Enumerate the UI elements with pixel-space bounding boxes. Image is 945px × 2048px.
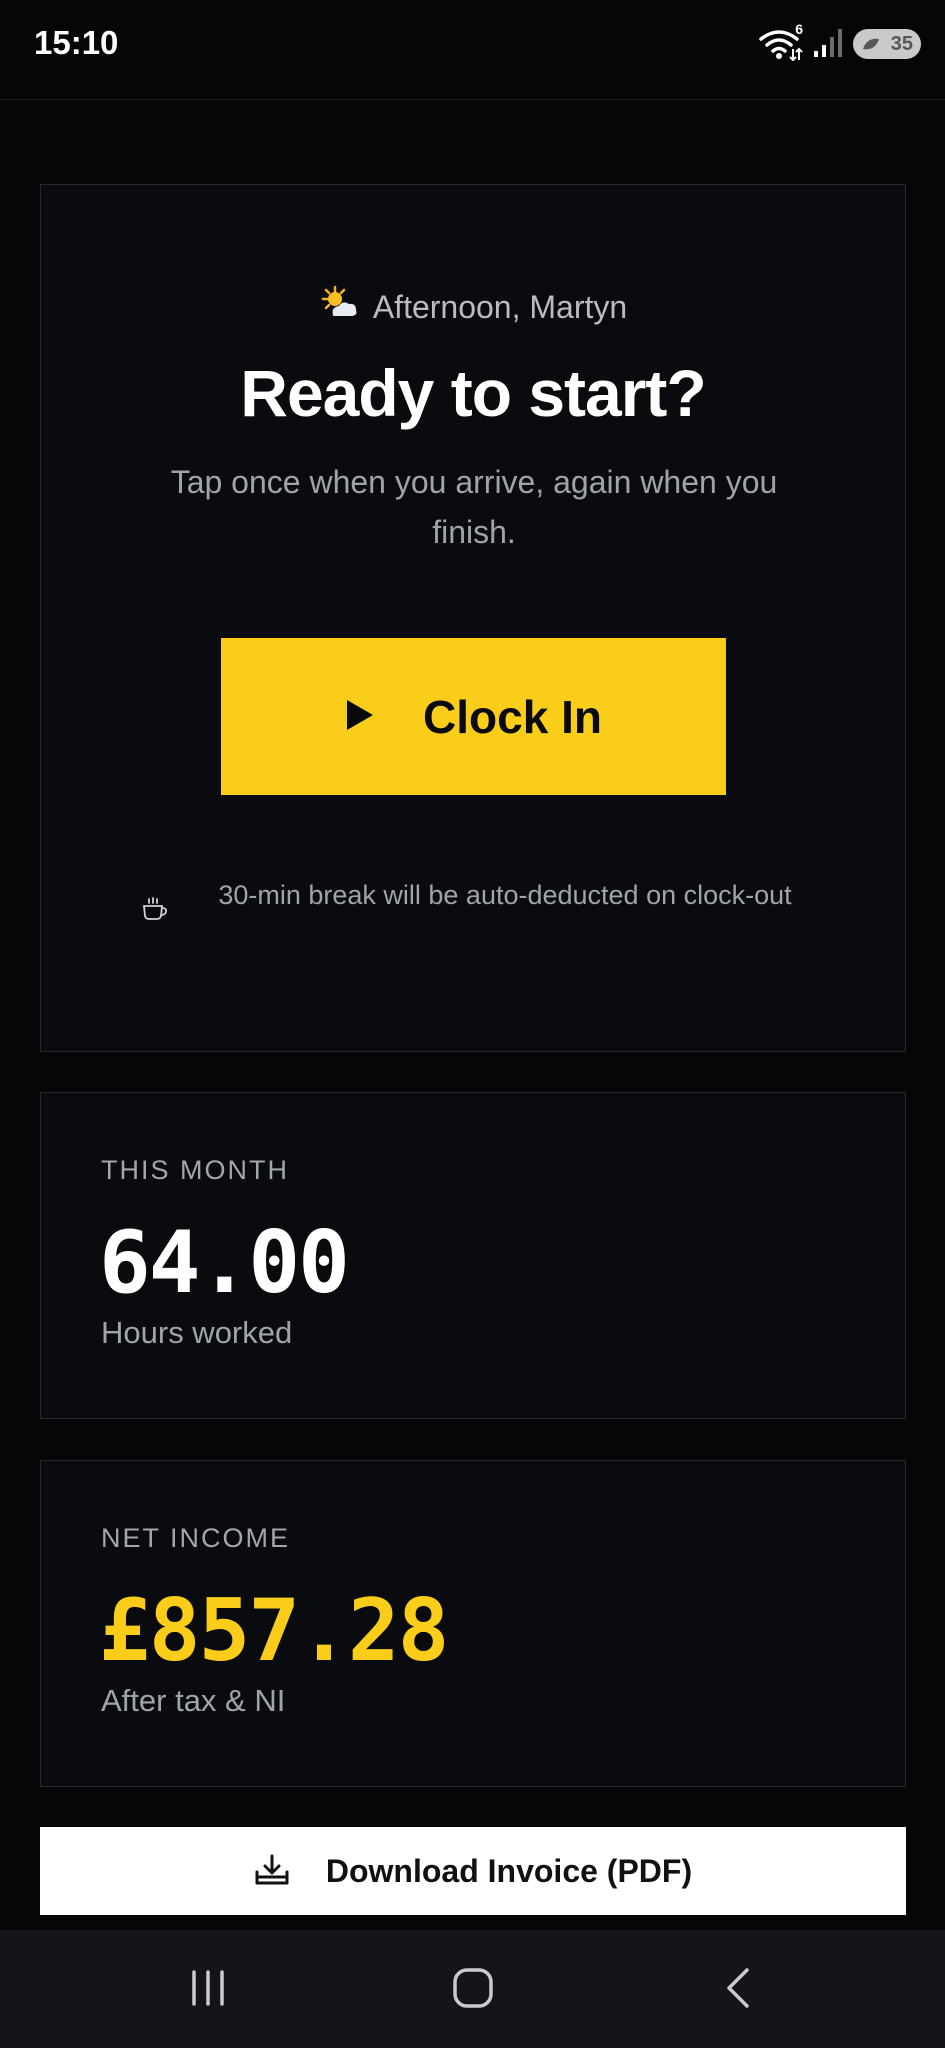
income-caption: After tax & NI xyxy=(101,1683,286,1718)
home-button[interactable] xyxy=(428,1960,518,2020)
play-icon xyxy=(345,698,375,735)
hours-value: 64.00 xyxy=(99,1213,350,1313)
break-note: 30-min break will be auto-deducted on cl… xyxy=(141,875,841,928)
recents-icon xyxy=(188,1969,228,2012)
battery-indicator: 35 xyxy=(853,29,921,59)
recents-button[interactable] xyxy=(163,1960,253,2020)
download-tray-icon xyxy=(254,1854,290,1889)
income-label: NET INCOME xyxy=(101,1523,291,1553)
signal-icon xyxy=(813,27,843,62)
income-summary-card: NET INCOME £857.28 After tax & NI xyxy=(40,1460,906,1787)
download-label: Download Invoice (PDF) xyxy=(325,1852,693,1889)
back-icon xyxy=(723,1967,753,2014)
hours-summary-card: THIS MONTH 64.00 Hours worked xyxy=(40,1092,906,1419)
status-bar: 15:10 6 35 xyxy=(0,0,945,100)
income-value: £857.28 xyxy=(99,1581,449,1681)
break-note-text: 30-min break will be auto-deducted on cl… xyxy=(218,880,792,910)
sun-behind-cloud-icon xyxy=(319,285,359,329)
download-invoice-button[interactable]: Download Invoice (PDF) xyxy=(40,1827,906,1915)
back-button[interactable] xyxy=(693,1960,783,2020)
clock-in-label: Clock In xyxy=(423,690,602,743)
status-icons: 6 35 xyxy=(759,21,921,62)
system-nav-bar xyxy=(0,1930,945,2048)
hours-label: THIS MONTH xyxy=(101,1155,289,1185)
hours-caption: Hours worked xyxy=(101,1315,293,1350)
clock-in-card: Afternoon, Martyn Ready to start? Tap on… xyxy=(40,184,906,1052)
status-time: 15:10 xyxy=(34,24,119,61)
battery-level: 35 xyxy=(890,32,913,55)
hero-subtitle: Tap once when you arrive, again when you… xyxy=(170,464,778,550)
clock-in-button[interactable]: Clock In xyxy=(221,638,726,795)
home-icon xyxy=(452,1967,494,2014)
wifi-badge: 6 xyxy=(795,21,803,37)
page-title: Ready to start? xyxy=(240,356,706,430)
greeting-text: Afternoon, Martyn xyxy=(372,288,628,325)
greeting: Afternoon, Martyn xyxy=(41,285,905,329)
coffee-cup-icon xyxy=(141,897,169,928)
battery-saver-icon xyxy=(861,35,881,58)
wifi-icon: 6 xyxy=(759,21,803,62)
